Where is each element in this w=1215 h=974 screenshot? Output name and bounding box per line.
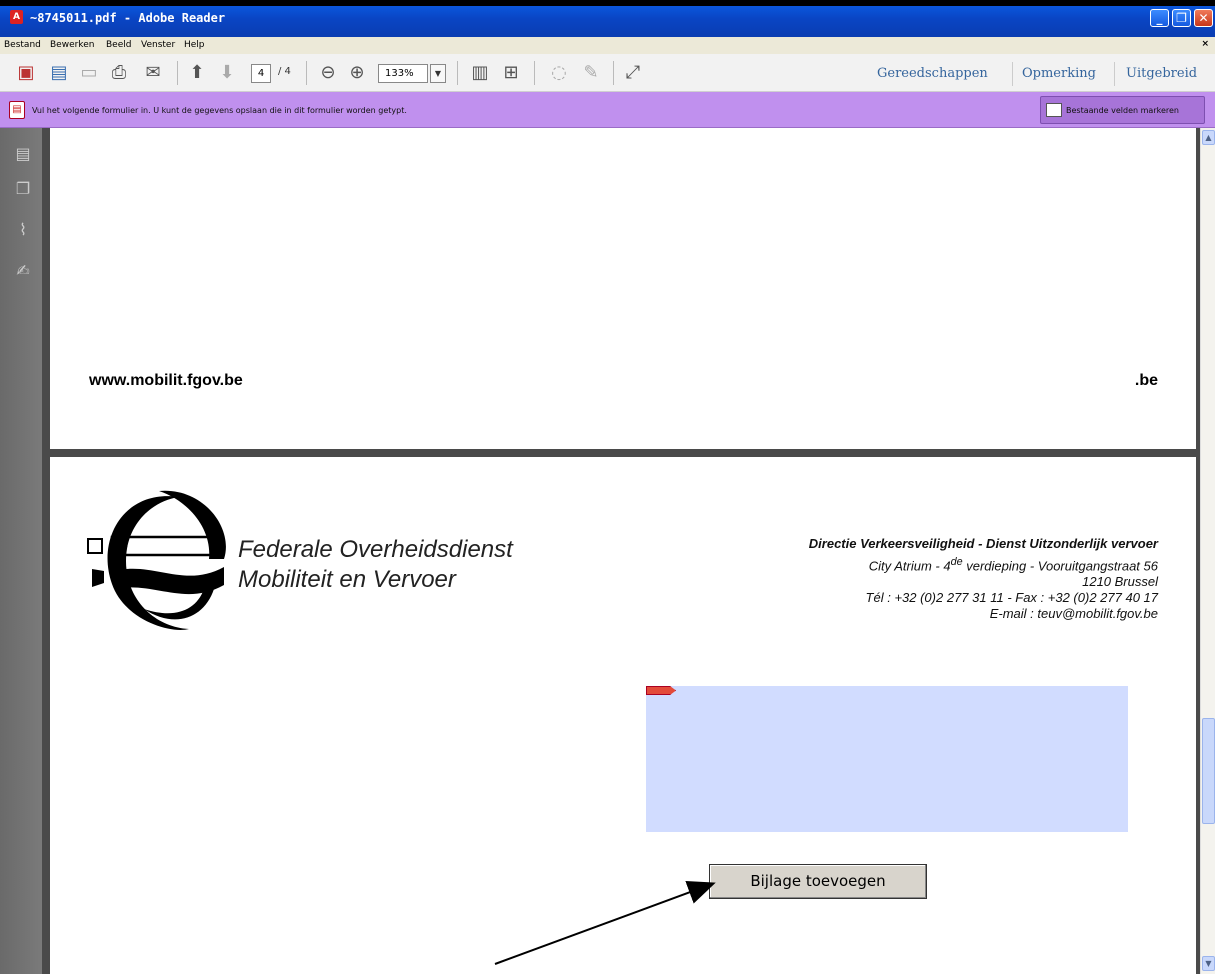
toolbar-divider — [306, 61, 307, 85]
navigation-panel: ▤ ❐ ⌇ ✍ — [0, 128, 42, 974]
toolbar-divider — [1114, 62, 1115, 86]
menu-bewerken[interactable]: Bewerken — [50, 40, 94, 50]
previous-page-icon[interactable]: ⬆ — [186, 62, 208, 84]
tab-uitgebreid[interactable]: Uitgebreid — [1126, 66, 1197, 81]
menu-venster[interactable]: Venster — [141, 40, 175, 50]
menu-help[interactable]: Help — [184, 40, 205, 50]
toolbar: ▣ ▤ ▭ ⎙ ✉ ⬆ ⬇ 4 / 4 ⊖ ⊕ 133% ▼ ▥ ⊞ ◌ ✎ ⤢… — [0, 54, 1215, 92]
department-name: Directie Verkeersveiligheid - Dienst Uit… — [808, 536, 1158, 551]
highlight-fields-icon — [1046, 103, 1062, 117]
title-bar: A ~8745011.pdf - Adobe Reader _ ❐ ✕ — [0, 0, 1215, 37]
next-page-icon[interactable]: ⬇ — [216, 62, 238, 84]
add-attachment-button[interactable]: Bijlage toevoegen — [709, 864, 927, 899]
highlight-fields-button[interactable]: Bestaande velden markeren — [1040, 96, 1205, 124]
pages-icon[interactable]: ▤ — [13, 144, 33, 164]
zoom-out-icon[interactable]: ⊖ — [317, 62, 339, 84]
zoom-dropdown-icon[interactable]: ▼ — [430, 64, 446, 83]
minimize-button[interactable]: _ — [1150, 9, 1169, 27]
scroll-up-icon[interactable]: ▲ — [1202, 130, 1215, 145]
toolbar-divider — [457, 61, 458, 85]
fit-width-icon[interactable]: ⊞ — [500, 62, 522, 84]
document-view[interactable]: www.mobilit.fgov.be .be Federale Overhei… — [42, 128, 1200, 974]
page-total: / 4 — [278, 66, 291, 77]
restore-button[interactable]: ❐ — [1172, 9, 1191, 27]
pdf-page-4: Federale Overheidsdienst Mobiliteit en V… — [50, 457, 1196, 974]
window-title: ~8745011.pdf - Adobe Reader — [30, 11, 226, 25]
email-line: E-mail : teuv@mobilit.fgov.be — [989, 606, 1158, 622]
email-icon[interactable]: ✉ — [142, 62, 164, 84]
org-line-2: Mobiliteit en Vervoer — [238, 566, 456, 593]
form-notification-bar: ▤ Vul het volgende formulier in. U kunt … — [0, 92, 1215, 128]
tab-opmerking[interactable]: Opmerking — [1022, 66, 1096, 81]
form-message: Vul het volgende formulier in. U kunt de… — [32, 106, 407, 115]
field-marker-icon — [646, 686, 676, 695]
city-line: 1210 Brussel — [1082, 574, 1158, 590]
fod-logo — [87, 490, 226, 630]
toolbar-divider — [534, 61, 535, 85]
open-icon[interactable]: ▤ — [48, 62, 70, 84]
save-icon[interactable]: ▭ — [78, 62, 100, 84]
scroll-down-icon[interactable]: ▼ — [1202, 956, 1215, 971]
document-close-button[interactable]: × — [1201, 39, 1209, 49]
form-icon: ▤ — [9, 101, 25, 119]
contact-block: Directie Verkeersveiligheid - Dienst Uit… — [809, 536, 1158, 622]
pdf-page-3: www.mobilit.fgov.be .be — [50, 128, 1196, 449]
attachments-icon[interactable]: ⌇ — [13, 220, 33, 240]
phone-line: Tél : +32 (0)2 277 31 11 - Fax : +32 (0)… — [865, 590, 1158, 606]
signatures-icon[interactable]: ✍ — [13, 261, 33, 281]
menu-bestand[interactable]: Bestand — [4, 40, 41, 50]
pdf-icon: A — [10, 10, 23, 24]
layers-icon[interactable]: ❐ — [13, 179, 33, 199]
zoom-input[interactable]: 133% — [378, 64, 428, 83]
footer-domain: .be — [1134, 372, 1158, 389]
scroll-thumb[interactable] — [1202, 718, 1215, 824]
tab-gereedschappen[interactable]: Gereedschappen — [877, 66, 988, 81]
highlight-icon[interactable]: ✎ — [580, 62, 602, 84]
full-screen-icon[interactable]: ⤢ — [622, 62, 644, 84]
fit-page-icon[interactable]: ▥ — [469, 62, 491, 84]
toolbar-divider — [613, 61, 614, 85]
page-number-input[interactable]: 4 — [251, 64, 271, 83]
toolbar-divider — [1012, 62, 1013, 86]
vertical-scrollbar[interactable]: ▲ ▼ — [1200, 128, 1215, 974]
organization-name: Federale Overheidsdienst Mobiliteit en V… — [238, 535, 513, 595]
address-line: City Atrium - 4de verdieping - Vooruitga… — [868, 556, 1158, 574]
close-button[interactable]: ✕ — [1194, 9, 1213, 27]
footer-url: www.mobilit.fgov.be — [89, 372, 243, 389]
highlight-fields-label: Bestaande velden markeren — [1066, 106, 1179, 115]
print-icon[interactable]: ⎙ — [108, 62, 130, 84]
menu-beeld[interactable]: Beeld — [106, 40, 131, 50]
org-line-1: Federale Overheidsdienst — [238, 536, 513, 563]
zoom-in-icon[interactable]: ⊕ — [346, 62, 368, 84]
menu-bar: Bestand Bewerken Beeld Venster Help × — [0, 37, 1215, 54]
attachment-form-field[interactable] — [646, 686, 1128, 832]
comment-icon[interactable]: ◌ — [548, 62, 570, 84]
create-pdf-icon[interactable]: ▣ — [15, 62, 37, 84]
toolbar-divider — [177, 61, 178, 85]
